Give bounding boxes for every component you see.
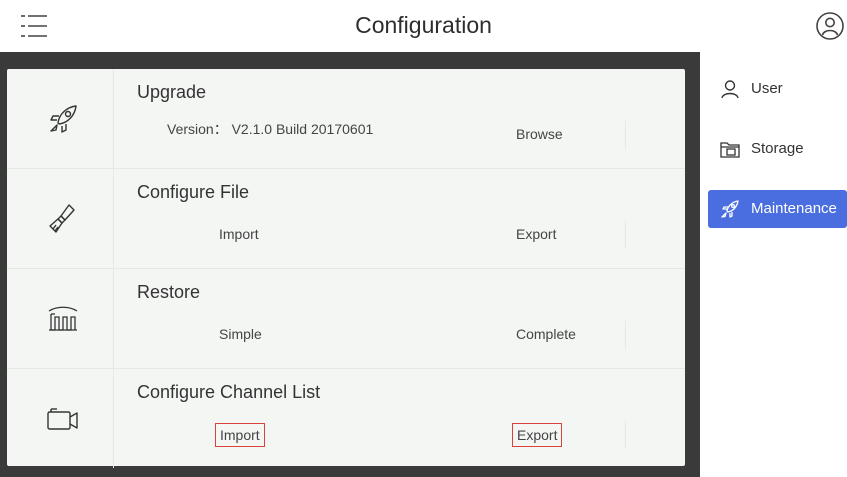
user-icon [721, 80, 739, 99]
divider [625, 121, 626, 149]
import-config-button[interactable]: Import [215, 223, 263, 245]
sidebar-item-label: User [751, 80, 783, 97]
row-title: Configure Channel List [137, 382, 321, 402]
storage-icon [720, 142, 740, 158]
row-title: Configure File [137, 182, 250, 202]
row-upgrade: Upgrade Version： V2.1.0 Build 20170601 B… [7, 69, 685, 169]
simple-restore-button[interactable]: Simple [215, 323, 266, 345]
sidebar-item-label: Maintenance [751, 200, 837, 217]
page-title: Configuration [355, 12, 492, 38]
row-icon-cell [7, 369, 114, 468]
sidebar-item-maintenance[interactable]: Maintenance [708, 190, 847, 228]
restore-icon [48, 306, 78, 331]
row-title: Restore [137, 282, 201, 302]
maintenance-panel: Upgrade Version： V2.1.0 Build 20170601 B… [7, 69, 685, 468]
browse-button[interactable]: Browse [512, 123, 567, 145]
row-icon-cell [7, 269, 114, 368]
divider [625, 421, 626, 449]
rocket-icon [50, 105, 77, 133]
row-icon-cell [7, 69, 114, 168]
brush-icon [49, 204, 75, 233]
top-bar: Configuration [0, 0, 847, 52]
row-restore: Restore Simple Complete [7, 269, 685, 369]
rocket-icon [721, 200, 739, 218]
version-text: Version： V2.1.0 Build 20170601 [167, 121, 374, 137]
row-title: Upgrade [137, 82, 207, 102]
row-icon-cell [7, 169, 114, 268]
camera-icon [47, 408, 78, 430]
sidebar: User Storage Maintenance [700, 52, 847, 477]
export-channel-list-button[interactable]: Export [512, 423, 563, 447]
sidebar-item-label: Storage [751, 140, 804, 157]
row-configure-channel-list: Configure Channel List Import Export [7, 369, 685, 468]
sidebar-item-user[interactable]: User [708, 70, 847, 108]
divider [625, 321, 626, 349]
complete-restore-button[interactable]: Complete [512, 323, 580, 345]
import-channel-list-button[interactable]: Import [215, 423, 265, 447]
row-configure-file: Configure File Import Export [7, 169, 685, 269]
sidebar-item-storage[interactable]: Storage [708, 130, 847, 168]
export-config-button[interactable]: Export [512, 223, 560, 245]
user-circle-icon[interactable] [815, 11, 845, 41]
divider [625, 221, 626, 249]
